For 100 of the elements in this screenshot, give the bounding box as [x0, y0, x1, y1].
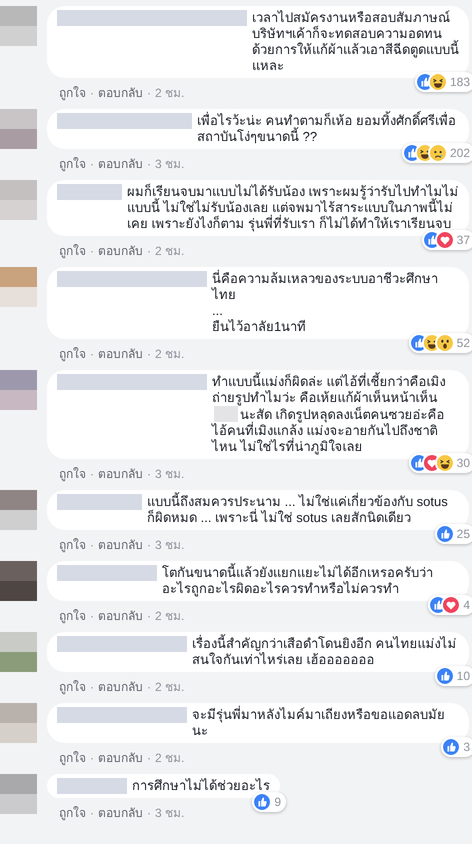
- comment-text: เวลาไปสมัครงานหรือสอบสัมภาษณ์ บริษัทฯเค้าก็จะทดสอบความอดทนด้วยการให้แก้ผ้าแล้วเอาสีฉีดตูดแบบนี้แหละ: [252, 10, 459, 74]
- comment-text: จะมีรุ่นพี่มาหลังไมค์มาเถียงหรือขอแอดลบมัยนะ: [192, 707, 446, 739]
- action-link[interactable]: ตอบกลับ: [98, 467, 143, 481]
- reaction-count: 52: [456, 335, 470, 351]
- action-link[interactable]: ถูกใจ: [59, 86, 86, 100]
- reaction-summary[interactable]: 25: [434, 524, 472, 544]
- action-link[interactable]: ตอบกลับ: [98, 538, 143, 552]
- avatar: [0, 561, 37, 601]
- separator-dot: ·: [147, 680, 151, 694]
- comment-text: เพื่อไรว้ะน่ะ คนทำตามก็เห้อ ยอมทิ้งศักดิ์ศรีเพื่อสถาบันโง่ๆขนาดนี้ ??: [197, 113, 458, 145]
- laughing-face-icon: [424, 335, 440, 351]
- separator-dot: ·: [147, 347, 151, 361]
- laughing-face-icon: [436, 455, 453, 471]
- separator-dot: ·: [147, 751, 151, 765]
- timestamp: 2 ชม.: [155, 680, 184, 694]
- separator-dot: ·: [147, 244, 151, 258]
- comment-text: นี่คือความล้มเหลวของระบบอาชีวะศึกษาไทย ... ยืนไว้อาลัย1นาที: [212, 271, 439, 335]
- reaction-count: 30: [456, 455, 470, 471]
- action-link[interactable]: ตอบกลับ: [98, 157, 143, 171]
- action-link[interactable]: ถูกใจ: [59, 347, 86, 361]
- separator-dot: ·: [90, 806, 94, 820]
- heart-icon: [443, 597, 460, 613]
- action-link[interactable]: ถูกใจ: [59, 157, 86, 171]
- avatar: [0, 774, 37, 814]
- reaction-count: 37: [456, 232, 470, 248]
- reaction-summary[interactable]: 30: [408, 453, 472, 473]
- timestamp: 3 ชม.: [155, 157, 184, 171]
- heart-icon: [436, 232, 453, 248]
- timestamp: 3 ชม.: [155, 538, 184, 552]
- reaction-count: 202: [450, 145, 470, 161]
- separator-dot: ·: [90, 244, 94, 258]
- comment-text: โตกันขนาดนี้แล้วยังแยกแยะไม่ได้อีกเหรอครับว่าอะไรถูกอะไรผิดอะไรควรทำหรือไม่ควรทำ: [162, 565, 434, 597]
- action-link[interactable]: ถูกใจ: [59, 538, 86, 552]
- reaction-count: 183: [450, 74, 470, 90]
- action-link[interactable]: ตอบกลับ: [98, 751, 143, 765]
- redacted-name: [57, 778, 127, 794]
- action-link[interactable]: ตอบกลับ: [98, 680, 143, 694]
- timestamp: 2 ชม.: [155, 609, 184, 623]
- comment-text: แบบนี้ถึงสมควรประนาม ... ไม่ใช่แค่เกี่ยวข้องกับ sotus ก็ผิดหมด ... เพราะนี่ ไม่ใช่ sotus เลยสักนิดเดียว: [147, 494, 449, 526]
- reaction-summary[interactable]: 3: [441, 737, 472, 757]
- avatar: [0, 490, 37, 530]
- separator-dot: ·: [147, 86, 151, 100]
- reaction-summary[interactable]: 4: [428, 595, 472, 615]
- avatar: [0, 703, 37, 743]
- timestamp: 2 ชม.: [155, 244, 184, 258]
- timestamp: 2 ชม.: [155, 86, 184, 100]
- reaction-summary[interactable]: 10: [434, 666, 472, 686]
- avatar: [0, 267, 37, 307]
- reaction-count: 10: [456, 668, 470, 684]
- comment-text: เรื่องนี้สำคัญกว่าเสือดำโดนยิงอีก คนไทยแม่งไม่สนใจกันเท่าไหร่เลย เฮ้อออออออ: [192, 636, 458, 668]
- separator-dot: ·: [90, 86, 94, 100]
- separator-dot: ·: [147, 609, 151, 623]
- avatar: [0, 109, 37, 149]
- comment-text: ทำแบบนี้แม่งก็ผิดล่ะ แต่ไอ้ที่เชี้ยกว่าคือเมิงถ่ายรูปทำไมว่ะ คือเห้ยแก้ผ้าเห็นหน้าเห็น นะสัด เกิดรูปหลุดลงเน็ตคนซวยอ่ะคือไอ้คนที่เมิงแกล้ง แม่งจะอายกันไปถึงชาติไหน ไม่ใช่ไรที่น่าภูมิใจเลย: [212, 374, 447, 455]
- action-link[interactable]: ถูกใจ: [59, 244, 86, 258]
- comment-text: ผมก็เรียนจบมาแบบไม่ได้รับน้อง เพราะผมรู้ว่ารับไปทำไมไม่แบบนี้ ไม่ใช่ไม่รับน้องเลย แต่จพมาไร้สาระแบบในภาพนี้ไม่เคย เพราะยังไงก็ตาม รุ่นพี่ที่รับเรา ก็ไม่ได้ทำให้เราเรียนจบ: [127, 184, 459, 232]
- action-link[interactable]: ตอบกลับ: [98, 347, 143, 361]
- reaction-count: 3: [463, 739, 470, 755]
- action-link[interactable]: ถูกใจ: [59, 806, 86, 820]
- timestamp: 3 ชม.: [155, 467, 184, 481]
- separator-dot: ·: [90, 347, 94, 361]
- avatar: [0, 370, 37, 410]
- separator-dot: ·: [90, 751, 94, 765]
- reaction-summary[interactable]: 37: [422, 230, 472, 250]
- timestamp: 3 ชม.: [155, 806, 184, 820]
- heart-icon: [424, 455, 440, 471]
- action-link[interactable]: ตอบกลับ: [98, 609, 143, 623]
- timestamp: 2 ชม.: [155, 751, 184, 765]
- separator-dot: ·: [90, 467, 94, 481]
- action-link[interactable]: ตอบกลับ: [98, 86, 143, 100]
- separator-dot: ·: [90, 538, 94, 552]
- reaction-count: 25: [456, 526, 470, 542]
- avatar: [0, 6, 37, 46]
- action-link[interactable]: ถูกใจ: [59, 609, 86, 623]
- reaction-summary[interactable]: 52: [408, 333, 472, 353]
- crying-face-icon: [430, 145, 446, 161]
- separator-dot: ·: [90, 609, 94, 623]
- action-link[interactable]: ถูกใจ: [59, 467, 86, 481]
- separator-dot: ·: [147, 157, 151, 171]
- separator-dot: ·: [90, 157, 94, 171]
- reaction-count: 9: [274, 794, 281, 810]
- separator-dot: ·: [147, 538, 151, 552]
- reaction-count: 4: [463, 597, 470, 613]
- action-link[interactable]: ถูกใจ: [59, 680, 86, 694]
- laughing-face-icon: [416, 145, 433, 161]
- avatar: [0, 632, 37, 672]
- laughing-face-icon: [430, 74, 446, 90]
- separator-dot: ·: [147, 806, 151, 820]
- reaction-summary[interactable]: 202: [402, 143, 472, 163]
- avatar: [0, 180, 37, 220]
- action-link[interactable]: ตอบกลับ: [98, 244, 143, 258]
- action-link[interactable]: ตอบกลับ: [98, 806, 143, 820]
- action-link[interactable]: ถูกใจ: [59, 751, 86, 765]
- comment-text: การศึกษาไม่ได้ช่วยอะไร: [132, 778, 270, 794]
- separator-dot: ·: [90, 680, 94, 694]
- reaction-summary[interactable]: 9: [252, 792, 286, 812]
- separator-dot: ·: [147, 467, 151, 481]
- timestamp: 2 ชม.: [155, 347, 184, 361]
- reaction-summary[interactable]: 183: [414, 72, 472, 92]
- surprised-face-icon: [436, 335, 453, 351]
